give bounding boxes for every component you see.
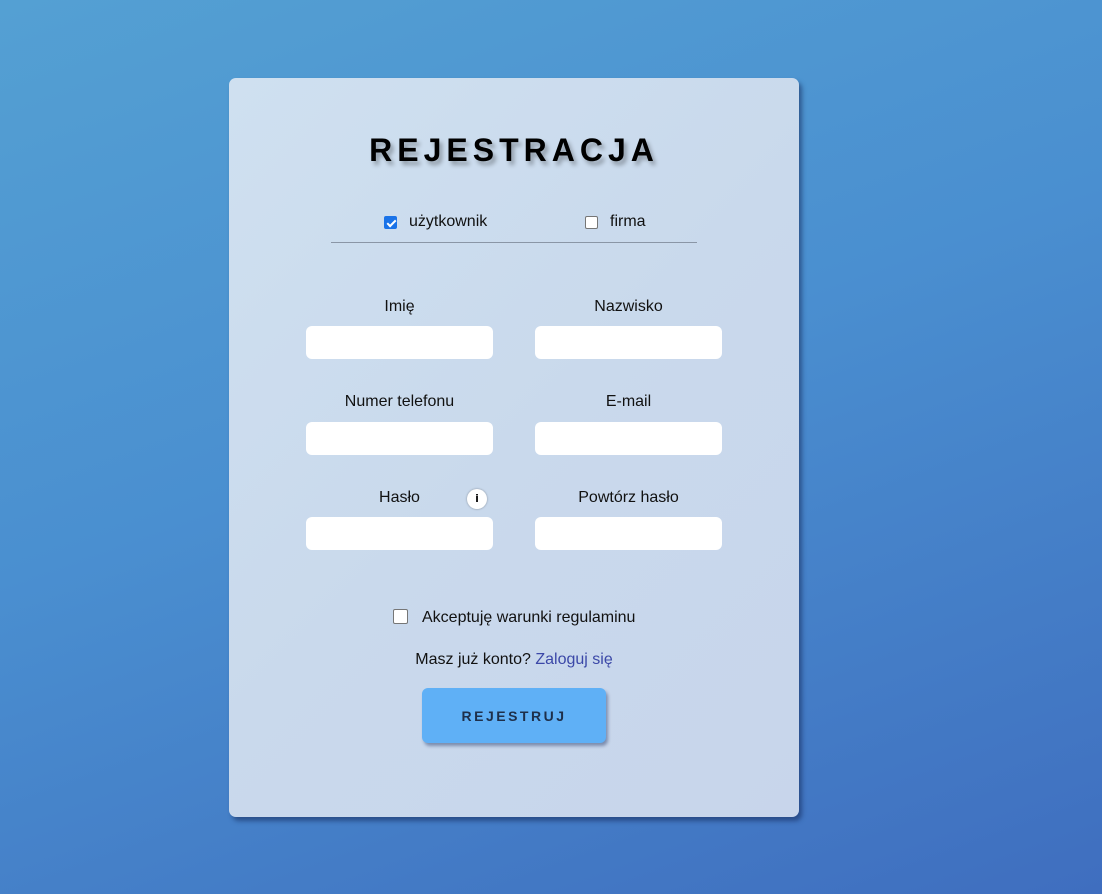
- login-link[interactable]: Zaloguj się: [535, 651, 612, 668]
- password-input[interactable]: [306, 517, 493, 550]
- first-name-input[interactable]: [306, 326, 493, 359]
- last-name-input[interactable]: [535, 326, 722, 359]
- checkbox-user[interactable]: [384, 216, 397, 229]
- account-type-company-label[interactable]: firma: [610, 213, 646, 231]
- terms-checkbox[interactable]: [393, 609, 408, 624]
- email-input[interactable]: [535, 422, 722, 455]
- info-icon[interactable]: i: [467, 489, 487, 509]
- password-repeat-label: Powtórz hasło: [578, 489, 679, 506]
- account-type-user-label[interactable]: użytkownik: [409, 213, 487, 231]
- page-title: REJESTRACJA: [369, 132, 659, 168]
- login-prompt-text: Masz już konto?: [415, 651, 531, 668]
- phone-input[interactable]: [306, 422, 493, 455]
- login-prompt: Masz już konto? Zaloguj się: [0, 651, 1028, 669]
- password-label: Hasło: [379, 489, 420, 506]
- terms-label[interactable]: Akceptuję warunki regulaminu: [422, 609, 635, 627]
- register-button[interactable]: REJESTRUJ: [422, 688, 606, 743]
- divider: [331, 242, 697, 243]
- last-name-label: Nazwisko: [594, 298, 663, 315]
- first-name-label: Imię: [384, 298, 415, 315]
- password-repeat-input[interactable]: [535, 517, 722, 550]
- phone-label: Numer telefonu: [344, 393, 455, 410]
- checkbox-company[interactable]: [585, 216, 598, 229]
- email-label: E-mail: [605, 393, 652, 410]
